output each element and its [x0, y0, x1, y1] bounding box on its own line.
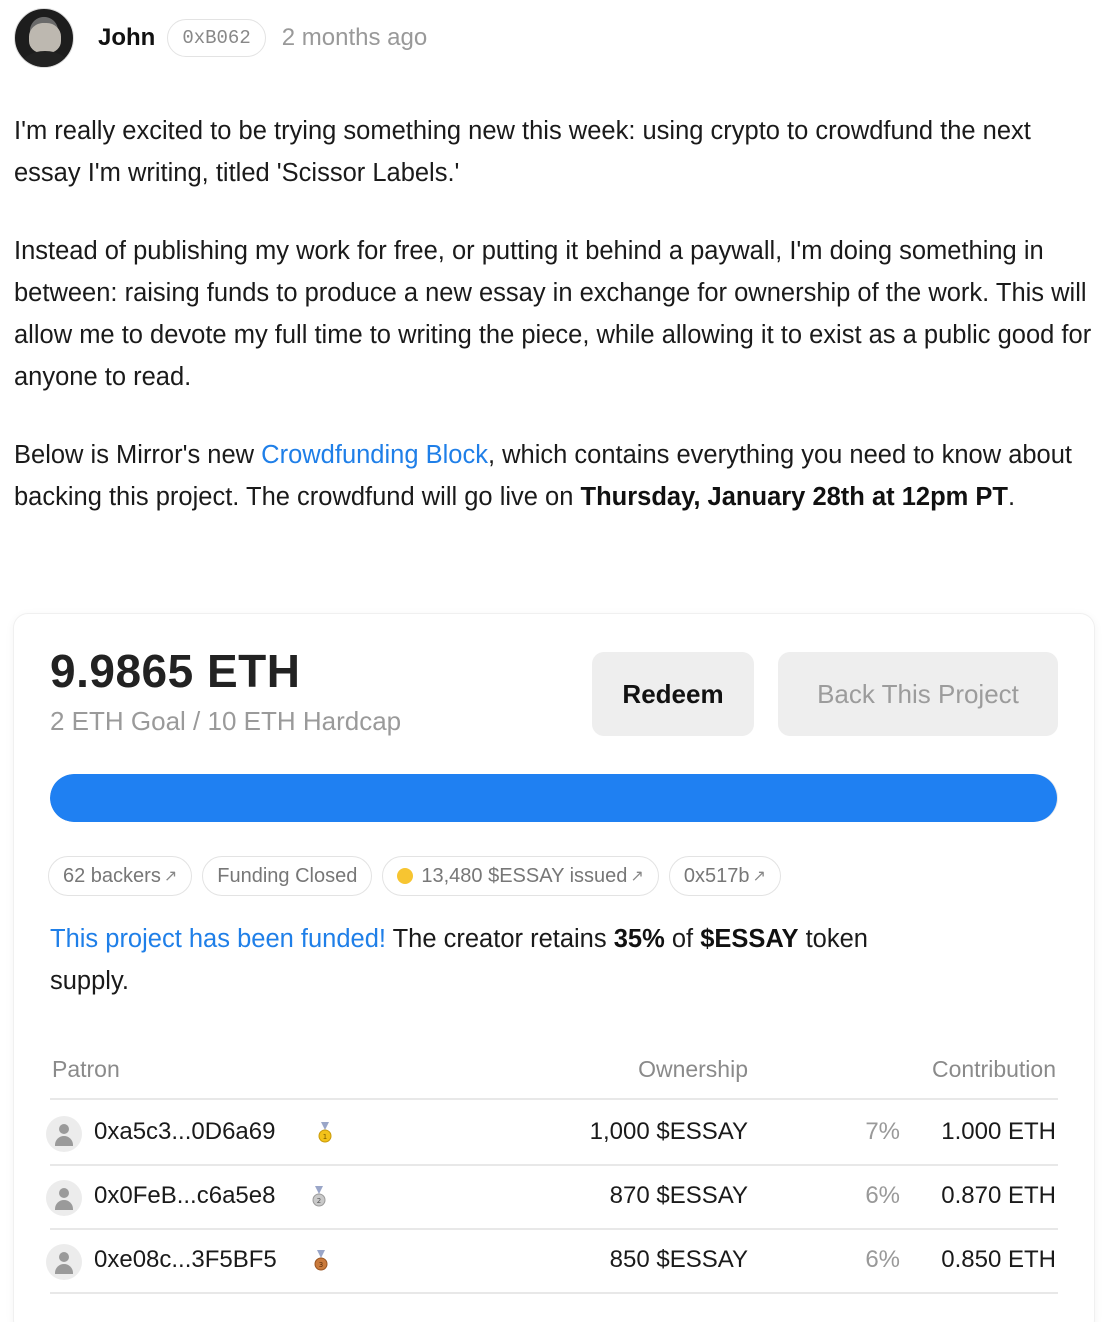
launch-date: Thursday, January 28th at 12pm PT: [580, 483, 1009, 511]
back-project-button[interactable]: Back This Project: [778, 652, 1058, 736]
post-paragraph-1: I'm really excited to be trying somethin…: [14, 117, 1031, 187]
patrons-table-header: Patron Ownership Contribution: [50, 1050, 1058, 1100]
author-address-chip[interactable]: 0xB062: [167, 19, 266, 57]
tokens-issued-chip[interactable]: 13,480 $ESSAY issued ↗: [382, 856, 659, 896]
contract-address-chip[interactable]: 0x517b ↗: [668, 856, 781, 896]
funding-goal: 2 ETH Goal / 10 ETH Hardcap: [50, 706, 402, 736]
post-timestamp: 2 months ago: [281, 24, 428, 51]
crowdfund-card: 9.9865 ETH 2 ETH Goal / 10 ETH Hardcap R…: [14, 614, 1094, 1322]
ownership-column-header: Ownership: [638, 1056, 748, 1082]
contribution-amount: 0.870 ETH: [941, 1182, 1056, 1209]
contract-address: 0x517b: [683, 864, 750, 887]
ownership-percent: 6%: [865, 1246, 900, 1273]
funded-text: of: [664, 925, 701, 953]
table-row[interactable]: 0x0FeB...c6a5e8 2 870 $ESSAY 6% 0.870 ET…: [46, 1166, 1058, 1230]
ownership-amount: 850 $ESSAY: [609, 1246, 748, 1273]
funding-status: Funding Closed: [217, 864, 358, 887]
ownership-percent: 6%: [865, 1182, 900, 1209]
post-paragraph-3: Below is Mirror's new Crowdfunding Block…: [14, 434, 1092, 518]
user-icon: [46, 1180, 82, 1216]
ownership-amount: 1,000 $ESSAY: [589, 1118, 748, 1145]
crowdfunding-block-link[interactable]: Crowdfunding Block: [261, 441, 488, 469]
funded-message: This project has been funded! The creato…: [50, 918, 900, 1002]
author-name[interactable]: John: [98, 24, 155, 52]
ownership-amount: 870 $ESSAY: [609, 1182, 748, 1209]
external-link-icon: ↗: [752, 868, 766, 885]
table-row[interactable]: 0xe08c...3F5BF5 3 850 $ESSAY 6% 0.850 ET…: [46, 1230, 1058, 1294]
contribution-column-header: Contribution: [931, 1056, 1056, 1082]
funding-progress-fill: [50, 774, 1057, 822]
post-header: John 0xB062 2 months ago: [14, 8, 427, 68]
funded-highlight: This project has been funded!: [50, 925, 386, 953]
funding-progress-bar: [50, 774, 1058, 822]
table-row[interactable]: 0xa5c3...0D6a69 1 1,000 $ESSAY 7% 1.000 …: [46, 1102, 1058, 1166]
author-avatar[interactable]: [14, 8, 74, 68]
patron-address[interactable]: 0xe08c...3F5BF5: [94, 1246, 277, 1274]
contribution-amount: 0.850 ETH: [941, 1246, 1056, 1273]
paragraph-text: .: [1008, 483, 1016, 511]
patron-column-header: Patron: [52, 1056, 120, 1082]
post-page: John 0xB062 2 months ago I'm really exci…: [0, 0, 1102, 1322]
contribution-amount: 1.000 ETH: [941, 1118, 1056, 1145]
svg-text:2: 2: [317, 1197, 321, 1205]
paragraph-text: Below is Mirror's new: [14, 441, 262, 469]
patron-address[interactable]: 0xa5c3...0D6a69: [94, 1118, 275, 1146]
stats-chips: 62 backers ↗ Funding Closed 13,480 $ESSA…: [48, 856, 781, 896]
backers-count: 62 backers: [63, 864, 161, 887]
backers-chip[interactable]: 62 backers ↗: [48, 856, 193, 896]
token-symbol: $ESSAY: [700, 925, 799, 953]
gold-medal-icon: 1: [318, 1122, 332, 1143]
redeem-button[interactable]: Redeem: [592, 652, 754, 736]
svg-text:3: 3: [319, 1261, 323, 1269]
silver-medal-icon: 2: [312, 1186, 326, 1207]
funding-status-chip: Funding Closed: [202, 856, 373, 896]
token-coin-icon: [397, 868, 414, 884]
funded-text: The creator retains: [385, 925, 614, 953]
amount-raised: 9.9865 ETH: [50, 645, 301, 697]
patron-address[interactable]: 0x0FeB...c6a5e8: [94, 1182, 275, 1210]
svg-text:1: 1: [323, 1133, 327, 1141]
tokens-issued: 13,480 $ESSAY issued: [421, 864, 628, 887]
external-link-icon: ↗: [630, 868, 644, 885]
ownership-percent: 7%: [865, 1118, 900, 1145]
user-icon: [46, 1116, 82, 1152]
creator-retained-pct: 35%: [613, 925, 665, 953]
external-link-icon: ↗: [163, 868, 178, 885]
bronze-medal-icon: 3: [314, 1250, 328, 1271]
post-paragraph-2: Instead of publishing my work for free, …: [14, 237, 1092, 391]
user-icon: [46, 1244, 82, 1280]
